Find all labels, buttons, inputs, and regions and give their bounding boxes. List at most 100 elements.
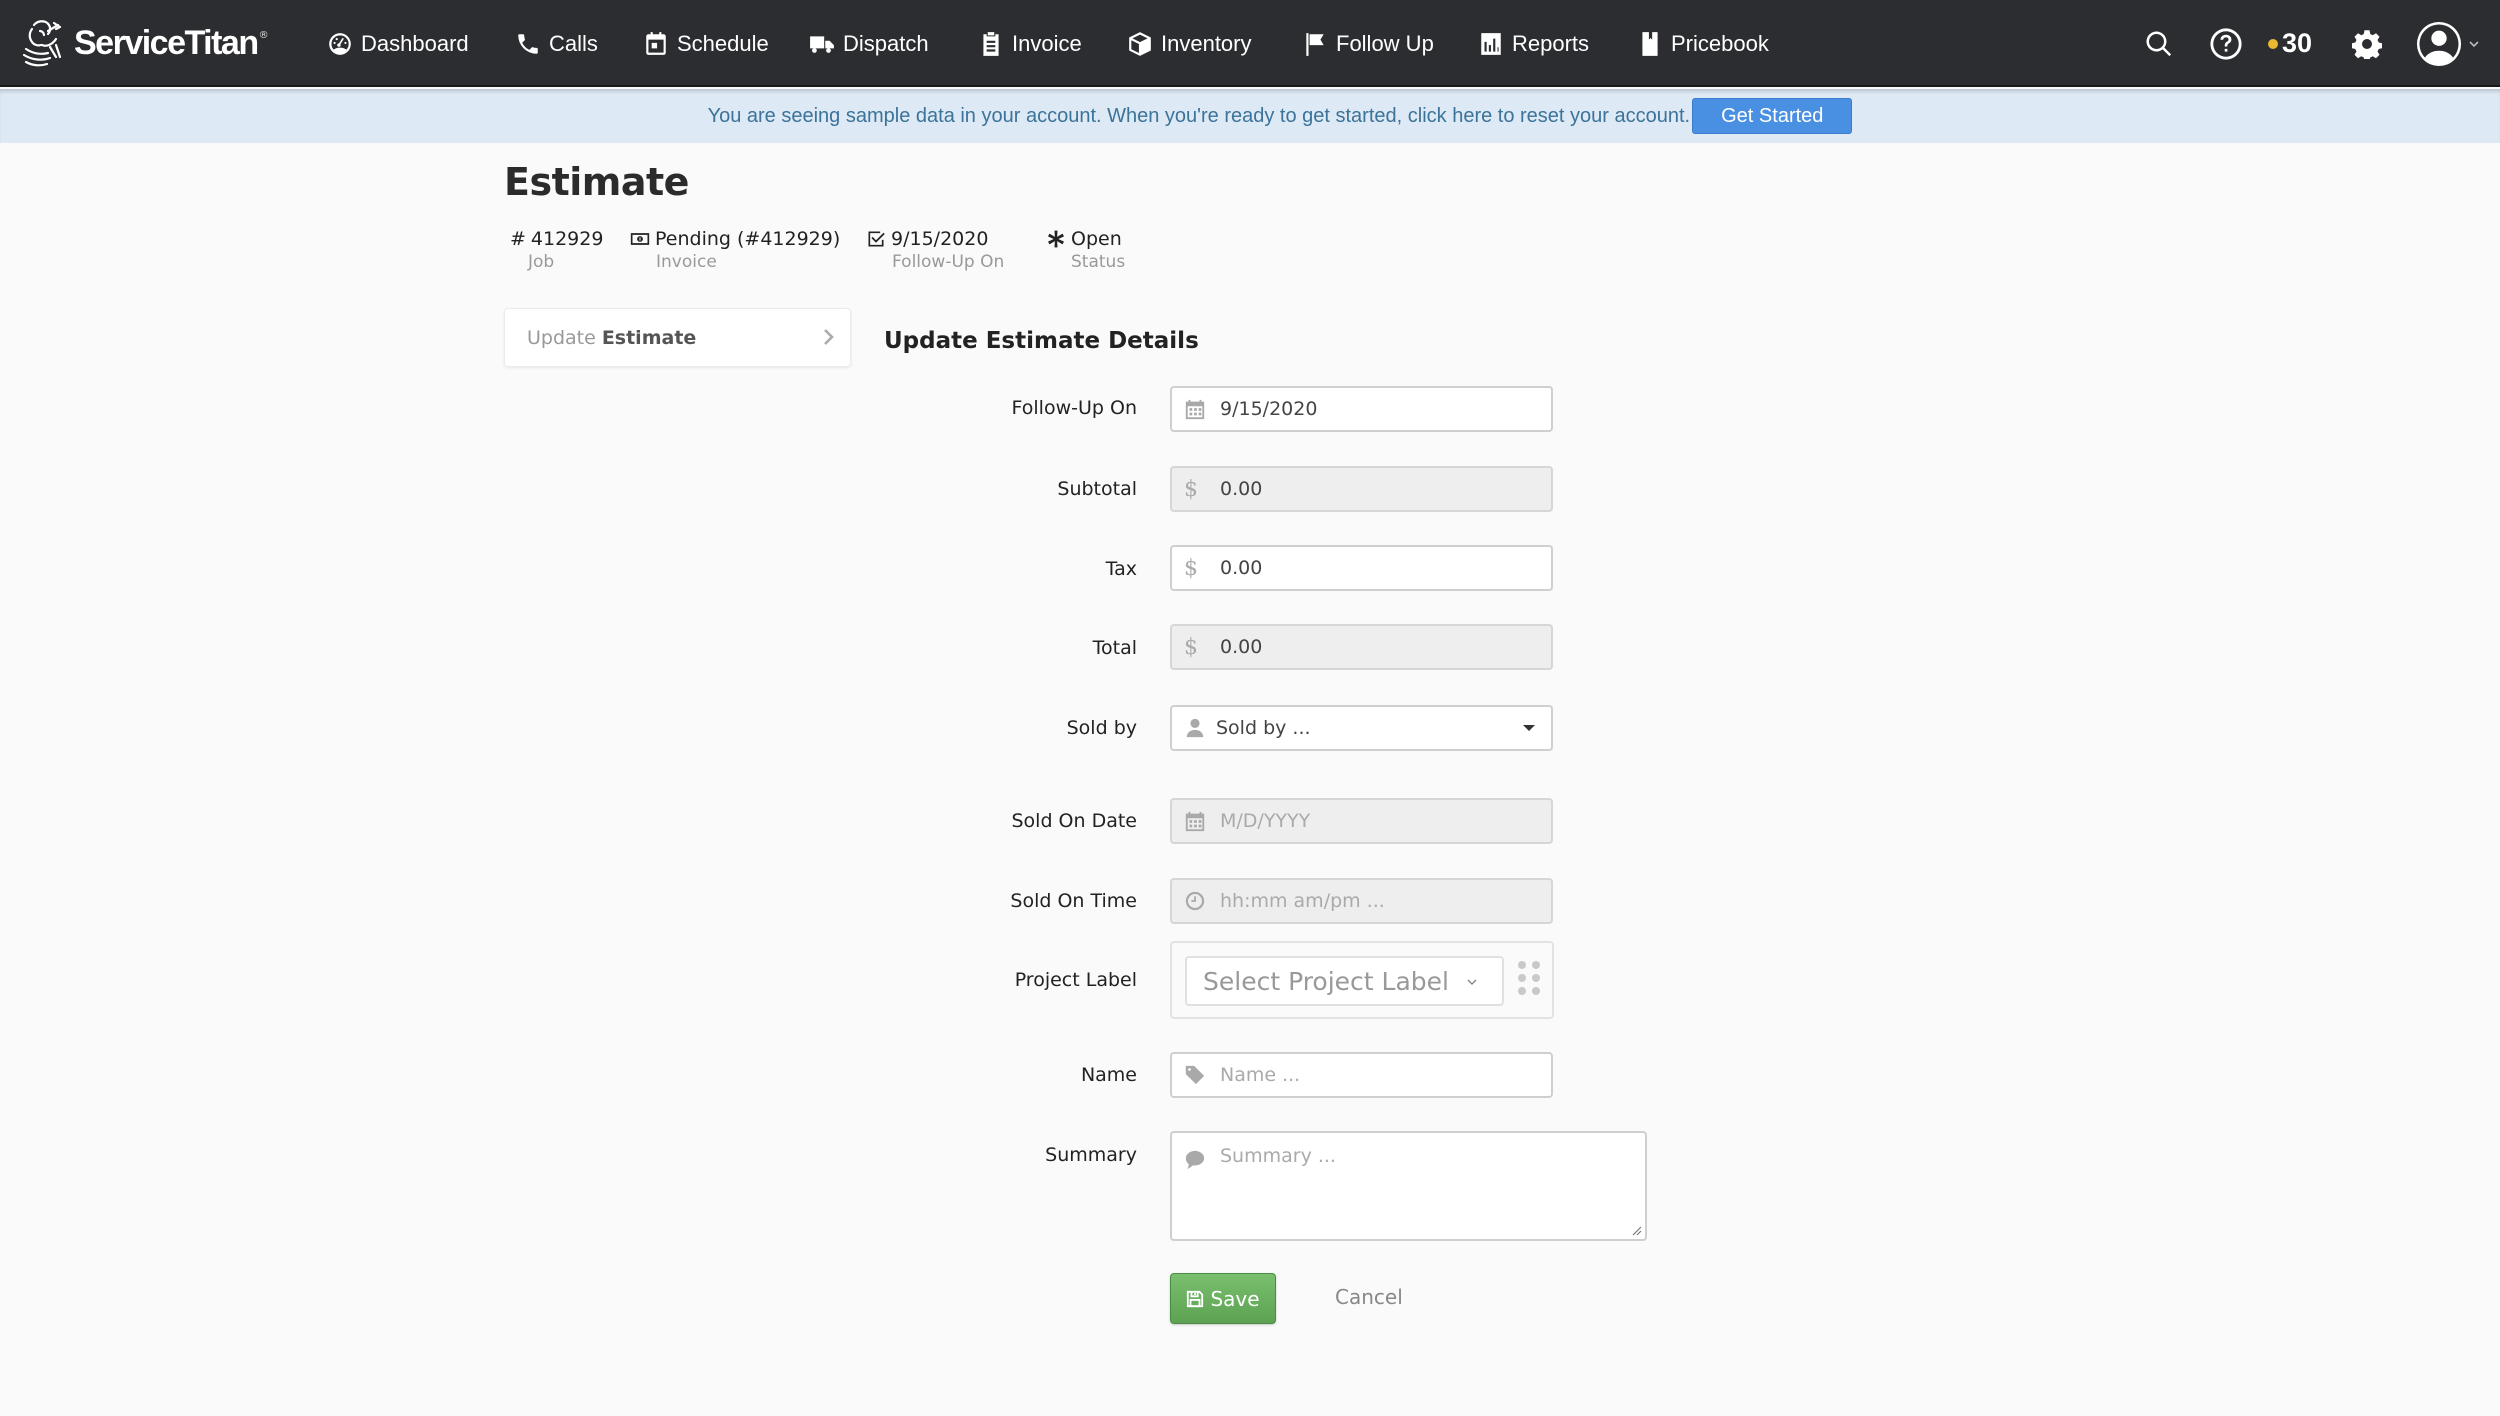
nav-dashboard-label: Dashboard [361,30,469,56]
phone-icon [518,33,538,54]
sold-on-date-input[interactable]: M/D/YYYY [1170,798,1553,844]
subtotal-label: Subtotal [1057,478,1137,500]
registered-mark: ® [258,29,269,41]
total-value: 0.00 [1220,636,1263,658]
get-started-button[interactable]: Get Started [1692,98,1853,134]
page-title: Estimate [504,160,689,204]
settings-button[interactable] [2352,0,2382,87]
dollar-icon: $ [1184,555,1198,581]
money-icon [630,233,650,245]
total-input[interactable]: $ 0.00 [1170,624,1553,670]
flag-icon [1306,32,1324,56]
nav-inventory[interactable]: Inventory [1127,0,1252,87]
notification-count: 30 [2282,28,2313,58]
user-avatar-icon [2416,21,2462,66]
save-button[interactable]: Save [1170,1273,1276,1324]
meta-invoice: Pending (#412929) Invoice [630,228,840,272]
job-label: Job [528,252,555,272]
drag-dot [1518,987,1526,995]
chevron-down-icon [1467,979,1477,985]
calendar-icon [1185,399,1205,420]
project-label-group: Select Project Label [1170,941,1554,1019]
nav-dispatch[interactable]: Dispatch [809,0,929,87]
sold-by-select[interactable]: Sold by ... [1170,705,1553,751]
drag-dot [1518,961,1526,969]
meta-status: Open Status [1046,228,1125,272]
caret-down-icon [1523,725,1535,731]
resize-grip-icon[interactable] [1630,1224,1642,1236]
summary-placeholder: Summary ... [1220,1145,1336,1167]
nav-pricebook-label: Pricebook [1671,30,1769,56]
nav-calls-label: Calls [549,30,598,56]
comment-icon [1185,1150,1205,1170]
asterisk-icon [1048,230,1064,248]
follow-up-on-input[interactable]: 9/15/2020 [1170,386,1553,432]
nav-follow-up[interactable]: Follow Up [1302,0,1434,87]
sold-on-date-placeholder: M/D/YYYY [1220,810,1311,832]
help-button[interactable] [2209,0,2243,87]
book-icon [1642,31,1658,56]
sold-on-time-placeholder: hh:mm am/pm ... [1220,890,1385,912]
notifications-badge[interactable]: 30 [2268,0,2312,87]
status-value-wrap: Open [1046,228,1122,250]
nav-pricebook[interactable]: Pricebook [1637,0,1769,87]
follow-up-value: 9/15/2020 [891,228,989,250]
nav-reports-label: Reports [1512,30,1590,56]
tax-value: 0.00 [1220,557,1263,579]
sidebar-item-label-light: Update [527,326,596,349]
nav-schedule[interactable]: Schedule [643,0,769,87]
banner-message[interactable]: You are seeing sample data in your accou… [708,105,1691,128]
titan-logo-icon [22,20,62,67]
total-label: Total [1092,637,1137,659]
servicetitan-logo[interactable]: ServiceTitan ® [20,14,269,72]
drag-dot [1532,961,1540,969]
truck-icon [810,35,834,53]
follow-up-on-value: 9/15/2020 [1220,398,1318,420]
bar-chart-icon [1481,32,1501,55]
search-icon [2146,30,2172,56]
gear-icon [2352,29,2382,59]
nav-calls[interactable]: Calls [515,0,598,87]
form-title: Update Estimate Details [884,328,1199,354]
nav-invoice-label: Invoice [1012,30,1082,56]
sold-on-date-label: Sold On Date [1011,810,1137,832]
tax-label: Tax [1105,558,1137,580]
name-input[interactable]: Name ... [1170,1052,1553,1098]
project-label-placeholder: Select Project Label [1203,966,1449,996]
cancel-button[interactable]: Cancel [1335,1285,1403,1309]
nav-follow-up-label: Follow Up [1336,30,1434,56]
user-menu[interactable] [2416,0,2480,87]
chevron-right-icon [824,329,834,345]
project-label-label: Project Label [1014,969,1137,991]
sidebar-item-update-estimate[interactable]: Update Estimate [504,308,851,367]
status-value: Open [1071,228,1122,250]
summary-textarea[interactable]: Summary ... [1170,1131,1647,1241]
sample-data-banner: You are seeing sample data in your accou… [0,89,2500,143]
dashboard-icon [329,32,351,55]
save-label: Save [1210,1286,1260,1311]
tax-input[interactable]: $ 0.00 [1170,545,1553,591]
nav-reports[interactable]: Reports [1478,0,1589,87]
sold-on-time-input[interactable]: hh:mm am/pm ... [1170,878,1553,924]
nav-dispatch-label: Dispatch [843,30,929,56]
meta-job: #412929 Job [510,228,603,272]
nav-dashboard[interactable]: Dashboard [327,0,469,87]
help-icon [2210,27,2242,60]
nav-invoice[interactable]: Invoice [978,0,1082,87]
calendar-icon [646,31,666,55]
search-button[interactable] [2144,0,2174,87]
follow-up-on-label: Follow-Up On [1011,397,1137,419]
job-number: #412929 [510,228,603,250]
invoice-label: Invoice [656,252,717,272]
follow-up-date: 9/15/2020 [866,228,988,250]
nav-inventory-label: Inventory [1161,30,1252,56]
sidebar-item-label-bold: Estimate [601,326,697,349]
brand-name: ServiceTitan [74,23,259,62]
subtotal-input[interactable]: $ 0.00 [1170,466,1553,512]
drag-handle-icon[interactable] [1518,961,1542,999]
nav-schedule-label: Schedule [677,30,769,56]
job-number-value: 412929 [530,228,604,250]
summary-label: Summary [1045,1144,1137,1166]
project-label-select[interactable]: Select Project Label [1185,956,1504,1006]
invoice-value[interactable]: Pending (#412929) [655,228,840,250]
